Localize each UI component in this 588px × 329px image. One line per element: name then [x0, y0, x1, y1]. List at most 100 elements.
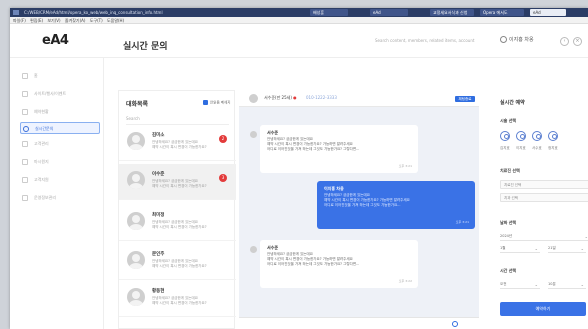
- ampm-value: 오전: [500, 282, 507, 286]
- sidebar-item-customers[interactable]: 고객관리: [20, 138, 100, 150]
- sidebar-item-label: 실시간문의: [35, 126, 54, 131]
- browser-tab[interactable]: 교정세요서식과 신청: [430, 9, 474, 16]
- message-time: 오후 3:22: [398, 279, 412, 283]
- sidebar-item-home[interactable]: 홈: [20, 70, 100, 82]
- settings-icon[interactable]: ‹: [560, 37, 569, 46]
- browser-titlebar: C:/WEB/CRM/eAd/html/opera_ko_web/web_inq…: [10, 8, 588, 17]
- avatar: [250, 246, 257, 253]
- staff-avatar[interactable]: [516, 131, 526, 141]
- day-value: 21일: [548, 246, 556, 250]
- site-icon: [22, 91, 28, 97]
- browser-tab-active[interactable]: eAd: [530, 9, 566, 16]
- conversation-name: 최미정: [152, 213, 165, 218]
- sidebar-item-support[interactable]: 고객지원: [20, 174, 100, 186]
- sidebar-item-site[interactable]: 사이트/행사/이벤트: [20, 88, 100, 100]
- home-icon: [22, 73, 28, 79]
- user-icon: [500, 36, 507, 43]
- chat-message-outgoing: 이지흥 차옹 안녕하세요? 궁금한게 있는데요 예약 시간이 혹시 변경이 가능…: [317, 181, 475, 229]
- conversation-search-input[interactable]: Search: [126, 116, 229, 125]
- sidebar-item-label: 홈: [34, 73, 38, 78]
- month-value: 1월: [500, 246, 506, 250]
- sidebar-item-live-inquiry[interactable]: 실시간문의: [20, 122, 100, 134]
- clinic-select[interactable]: 치과 선택: [500, 193, 588, 202]
- staff-avatar[interactable]: [500, 131, 510, 141]
- chevron-down-icon: ⌄: [534, 282, 538, 287]
- conversation-preview: 예약 시간이 혹시 변경이 가능한가요?: [152, 225, 207, 229]
- time-section-label: 시간 선택: [500, 268, 517, 273]
- menu-favorites[interactable]: 즐겨찾기(A): [65, 18, 86, 23]
- sidebar-item-label: 고객관리: [34, 141, 49, 146]
- sidebar-item-operations[interactable]: 운영정보관리: [20, 192, 100, 204]
- treatment-section-label: 치료진 선택: [500, 168, 520, 173]
- staff-avatar[interactable]: [532, 131, 542, 141]
- conversation-item[interactable]: 황동현 안녕하세요? 궁금한게 있는데요 예약 시간이 혹시 변경이 가능한가요…: [119, 281, 236, 317]
- browser-tab[interactable]: Opera 에서도: [480, 9, 524, 16]
- message-input[interactable]: [239, 317, 479, 329]
- avatar: [127, 171, 145, 189]
- browser-tab[interactable]: eAd: [370, 9, 408, 16]
- conversation-name: 김미소: [152, 133, 165, 138]
- chevron-down-icon: ⌄: [584, 234, 588, 239]
- avatar: [249, 94, 258, 103]
- unread-toggle-label: 안읽음 메세지: [210, 100, 231, 105]
- browser-icon: [13, 10, 19, 15]
- conversation-item[interactable]: 최미정 안녕하세요? 궁금한게 있는데요 예약 시간이 혹시 변경이 가능한가요…: [119, 205, 236, 241]
- conversation-preview: 예약 시간이 혹시 변경이 가능한가요?: [152, 184, 207, 188]
- day-select[interactable]: 21일 ⌄: [548, 244, 586, 253]
- customer-icon: [22, 141, 28, 147]
- support-icon: [22, 177, 28, 183]
- chat-panel: 서수준(만 25세) ● 010-1222-3333 채팅종료 서수준 안녕하세…: [239, 90, 479, 329]
- chat-customer-phone: 010-1222-3333: [306, 95, 337, 100]
- calendar-icon: [22, 109, 28, 115]
- conversation-item[interactable]: 문인주 안녕하세요? 궁금한게 있는데요 예약 시간이 혹시 변경이 가능한가요…: [119, 244, 236, 280]
- conversation-name: 문인주: [152, 252, 165, 257]
- end-chat-button[interactable]: 채팅종료: [455, 96, 475, 102]
- conversation-list-title: 대화목록: [126, 101, 149, 108]
- conversation-item-selected[interactable]: 이수준 안녕하세요? 궁금한게 있는데요 예약 시간이 혹시 변경이 가능한가요…: [119, 164, 236, 200]
- user-name: 이지흥 차옹: [509, 37, 534, 43]
- chat-message: 서수준 안녕하세요? 궁금한게 있는데요 예약 시간이 혹시 변경이 가능한가요…: [260, 240, 418, 288]
- global-search-input[interactable]: Search content, members, related items, …: [375, 38, 474, 43]
- location-icon: ●: [293, 95, 297, 100]
- sidebar-item-label: 운영정보관리: [34, 195, 57, 200]
- year-select[interactable]: 2024년 ⌄: [500, 232, 588, 241]
- unread-toggle[interactable]: 안읽음 메세지: [203, 100, 230, 106]
- sidebar-item-label: 사이트/행사/이벤트: [34, 91, 67, 96]
- menu-help[interactable]: 도움말(H): [107, 18, 124, 23]
- staff-name: 정지호: [548, 146, 558, 150]
- app-logo[interactable]: eA4: [42, 33, 69, 48]
- minute-select[interactable]: 10분 ⌄: [548, 280, 586, 289]
- operations-icon: [22, 195, 28, 201]
- avatar: [127, 132, 145, 150]
- browser-window: C:/WEB/CRM/eAd/html/opera_ko_web/web_inq…: [10, 8, 588, 329]
- send-icon[interactable]: [452, 321, 458, 327]
- menu-edit[interactable]: 편집(E): [30, 18, 43, 23]
- message-time: 오후 3:21: [455, 220, 469, 224]
- date-section-label: 날짜 선택: [500, 220, 517, 225]
- sidebar-item-reservations[interactable]: 예약현황: [20, 106, 100, 118]
- menu-tools[interactable]: 도구(T): [90, 18, 103, 23]
- message-line: 어디로 이어진것을 가져 하는데 그것도 가능한가요? 그렇다면...: [267, 147, 360, 151]
- sidebar-item-label: 마시원지: [34, 159, 49, 164]
- minute-value: 10분: [548, 282, 556, 286]
- message-sender: 서수준: [267, 130, 279, 135]
- user-menu[interactable]: 이지흥 차옹: [500, 36, 534, 43]
- conversation-item[interactable]: 김미소 안녕하세요? 궁금한게 있는데요 예약 시간이 혹시 변경이 가능한가요…: [119, 125, 236, 161]
- browser-tab[interactable]: 배성훈: [310, 9, 348, 16]
- reserve-button[interactable]: 예약하기: [500, 302, 586, 316]
- message-line: 어디로 이어진것을 가져 하는데 그것도 가능한가요? 그렇다면...: [267, 262, 360, 266]
- menu-file[interactable]: 파일(F): [13, 18, 26, 23]
- conversation-preview: 예약 시간이 혹시 변경이 가능한가요?: [152, 264, 207, 268]
- close-icon[interactable]: ×: [573, 37, 582, 46]
- staff-avatar[interactable]: [548, 131, 558, 141]
- ampm-select[interactable]: 오전 ⌄: [500, 280, 540, 289]
- month-select[interactable]: 1월 ⌄: [500, 244, 540, 253]
- browser-address[interactable]: C:/WEB/CRM/eAd/html/opera_ko_web/web_inq…: [24, 8, 163, 17]
- conversation-list-panel: 대화목록 안읽음 메세지 Search 김미소 안녕하세요? 궁금한게 있는데요…: [118, 90, 236, 329]
- reservation-title: 실시간 예약: [500, 100, 525, 106]
- chat-message: 서수준 안녕하세요? 궁금한게 있는데요 예약 시간이 혹시 변경이 가능한가요…: [260, 125, 418, 173]
- sidebar-item-marketing[interactable]: 마시원지: [20, 156, 100, 168]
- treatment-select[interactable]: 치료진 선택: [500, 180, 588, 189]
- menu-view[interactable]: 보기(V): [47, 18, 60, 23]
- staff-name: 서수호: [532, 146, 542, 150]
